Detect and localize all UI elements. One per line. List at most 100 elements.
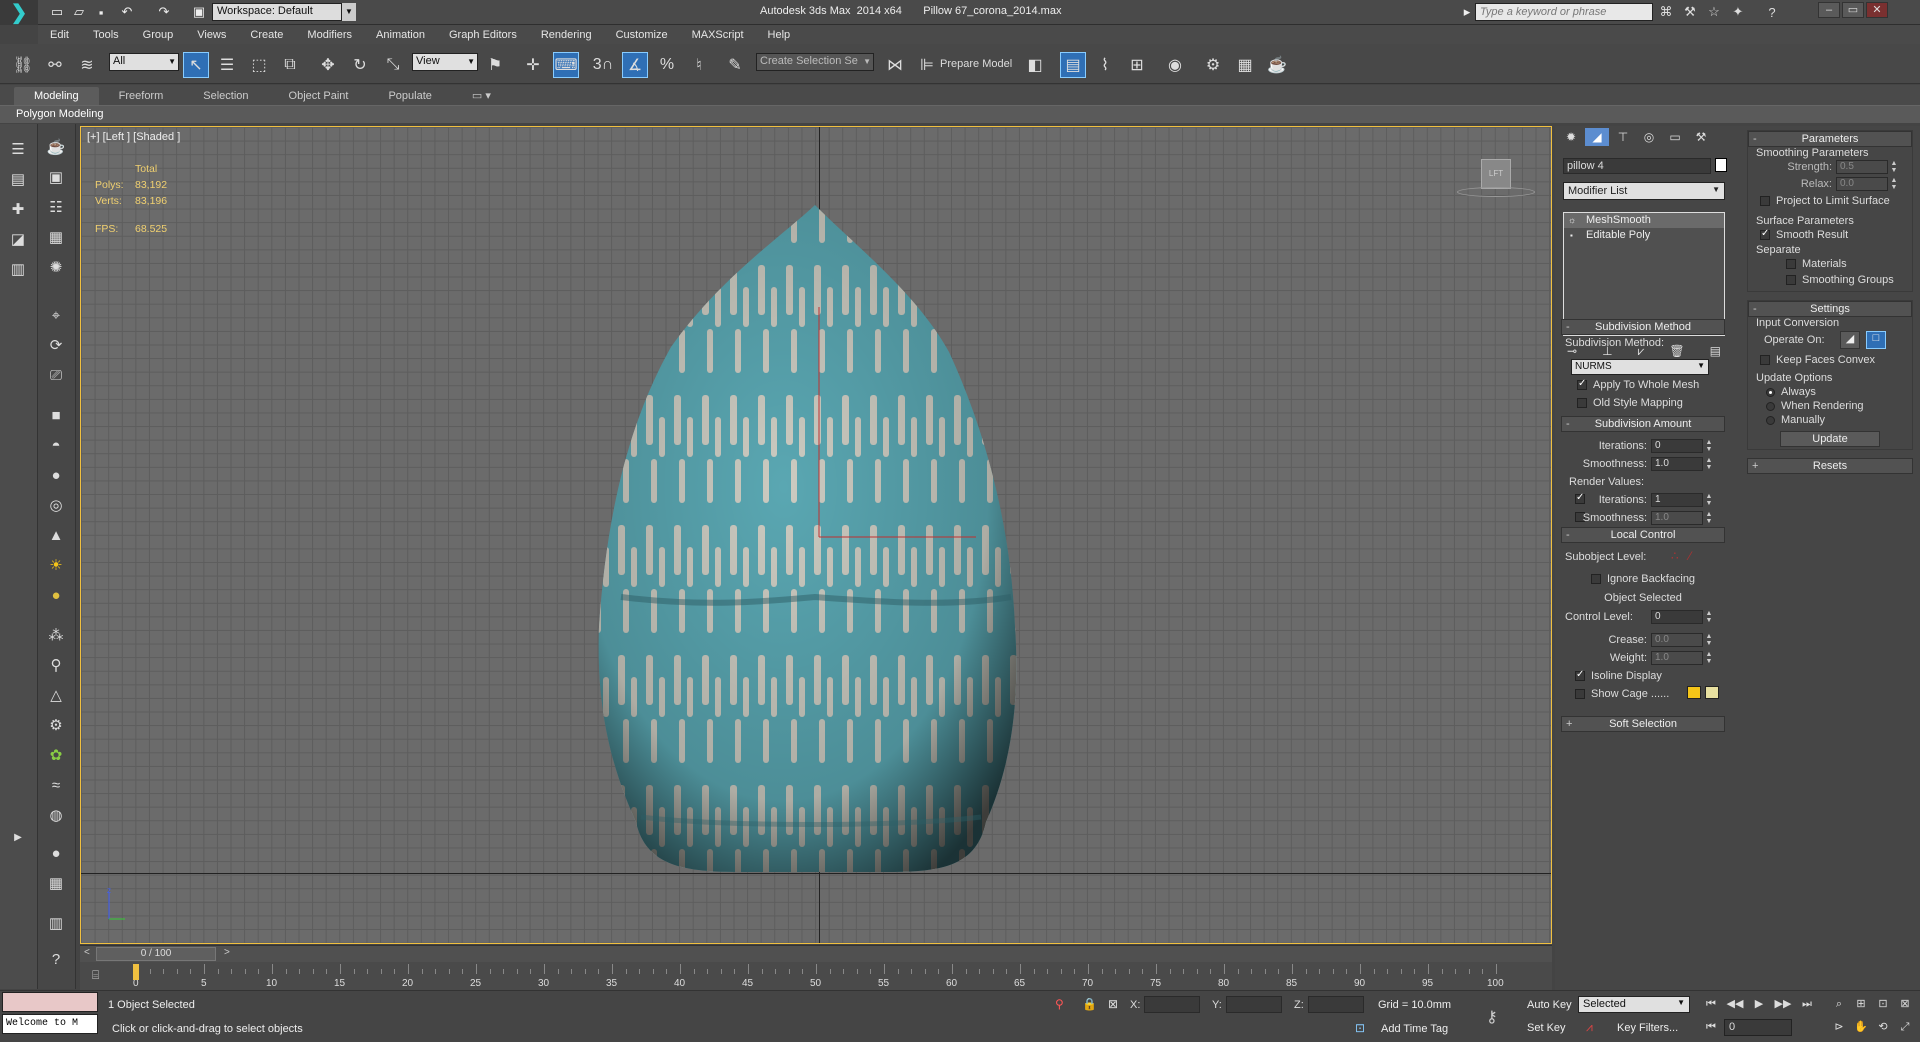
project-limit-checkbox[interactable]	[1760, 196, 1770, 207]
always-radio[interactable]	[1766, 387, 1775, 397]
always-radio-row[interactable]: Always	[1766, 386, 1816, 398]
settings-header[interactable]: - Settings	[1748, 301, 1912, 317]
manually-radio[interactable]	[1766, 415, 1775, 425]
parameters-header[interactable]: - Parameters	[1748, 131, 1912, 147]
move-icon[interactable]: ✥	[315, 52, 341, 78]
particle-icon[interactable]: ⁂	[43, 622, 69, 648]
smoothing-groups-row[interactable]: Smoothing Groups	[1786, 274, 1894, 286]
star-icon[interactable]: ☆	[1704, 3, 1724, 21]
menu-customize[interactable]: Customize	[604, 29, 680, 41]
polygon-modeling-label[interactable]: Polygon Modeling	[16, 108, 103, 120]
zoom-extents-all-icon[interactable]: ⊠	[1896, 996, 1914, 1013]
cage-color-swatch-1[interactable]	[1687, 686, 1701, 699]
ribbon-tab-object-paint[interactable]: Object Paint	[269, 87, 369, 105]
key-selection-dropdown[interactable]: Selected ▼	[1578, 996, 1690, 1013]
control-level-arrows[interactable]: ▲ ▼	[1705, 610, 1713, 624]
subdivision-amount-header[interactable]: - Subdivision Amount	[1561, 416, 1725, 432]
modifier-list-dropdown[interactable]: Modifier List ▼	[1563, 182, 1725, 200]
app-logo-icon[interactable]: ❯	[0, 0, 38, 25]
next-frame-icon[interactable]: ▶▶	[1774, 996, 1792, 1013]
chevron-down-icon[interactable]: ▼	[342, 3, 356, 21]
current-frame-marker[interactable]	[133, 964, 139, 980]
curve-editor-icon[interactable]: ⌇	[1092, 52, 1118, 78]
show-cage-row[interactable]: Show Cage ......	[1575, 688, 1669, 700]
list-icon[interactable]: ☷	[43, 194, 69, 220]
hierarchy-tab-icon[interactable]: ⊤	[1611, 128, 1635, 146]
add-time-tag[interactable]: Add Time Tag	[1381, 1023, 1448, 1035]
expand-icon[interactable]: ▪	[1570, 228, 1573, 243]
window-crossing-icon[interactable]: ⧉	[277, 52, 303, 78]
key-filters-button[interactable]: Key Filters...	[1617, 1022, 1678, 1034]
z-coord-field[interactable]	[1308, 996, 1364, 1013]
maxscript-mini-listener[interactable]: Welcome to M	[2, 1014, 98, 1034]
pivot-center-icon[interactable]: ⚑	[482, 52, 508, 78]
set-key-mode-icon[interactable]: ⩘	[1586, 1020, 1593, 1035]
zoom-extents-icon[interactable]: ⊡	[1874, 996, 1892, 1013]
utilities-tab-icon[interactable]: ⚒	[1689, 128, 1713, 146]
ribbon-tab-selection[interactable]: Selection	[183, 87, 268, 105]
soft-selection-header[interactable]: + Soft Selection	[1561, 716, 1725, 732]
create-tab-icon[interactable]: ✹	[1559, 128, 1583, 146]
object-name-field[interactable]: pillow 4	[1563, 158, 1711, 174]
layer-explorer-icon[interactable]: ◧	[1022, 52, 1048, 78]
spinner-snap-icon[interactable]: ♮	[686, 52, 712, 78]
help-circle-icon[interactable]: ?	[43, 946, 69, 972]
material-editor-icon[interactable]: ◉	[1162, 52, 1188, 78]
materials-row[interactable]: Materials	[1786, 258, 1847, 270]
expand-arrow-icon[interactable]: ▶	[5, 824, 31, 850]
apply-whole-mesh-row[interactable]: Apply To Whole Mesh	[1561, 378, 1725, 397]
redo-icon[interactable]: ↷	[155, 3, 173, 21]
selection-filter-dropdown[interactable]: All ▼	[109, 53, 179, 71]
weight-arrows[interactable]: ▲ ▼	[1705, 651, 1713, 665]
menu-rendering[interactable]: Rendering	[529, 29, 604, 41]
link-icon[interactable]: ⛓	[10, 52, 36, 78]
go-to-start-icon[interactable]: ⏮	[1702, 996, 1720, 1013]
smooth-result-row[interactable]: Smooth Result	[1760, 228, 1848, 241]
cage-color-swatch-2[interactable]	[1705, 686, 1719, 699]
menu-maxscript[interactable]: MAXScript	[680, 29, 756, 41]
close-button[interactable]: ✕	[1866, 2, 1888, 18]
isolate-icon[interactable]: ⚲	[1055, 997, 1064, 1011]
auto-key-button[interactable]: Auto Key	[1527, 999, 1572, 1011]
curve-editor-mini-icon[interactable]: ⌸	[92, 968, 99, 983]
left-viewport[interactable]: [+] [Left ] [Shaded ] Total Polys: 83,192…	[80, 126, 1552, 944]
smoothness-spinner-arrows[interactable]: ▲ ▼	[1705, 457, 1713, 471]
menu-animation[interactable]: Animation	[364, 29, 437, 41]
prepare-model-label[interactable]: Prepare Model	[940, 58, 1012, 70]
keyboard-shortcut-icon[interactable]: ⌨	[553, 52, 579, 78]
ribbon-tab-modeling[interactable]: Modeling	[14, 87, 99, 105]
subdivision-method-dropdown[interactable]: NURMS ▼	[1571, 359, 1709, 375]
resets-header[interactable]: + Resets	[1747, 458, 1913, 474]
control-level-spinner[interactable]: 0	[1651, 610, 1703, 624]
angle-snap-icon[interactable]: ∡	[622, 52, 648, 78]
hemisphere-icon[interactable]: ◓	[43, 432, 69, 458]
old-style-mapping-row[interactable]: Old Style Mapping	[1561, 397, 1725, 415]
ignore-backfacing-checkbox[interactable]	[1591, 574, 1601, 585]
update-button[interactable]: Update	[1780, 431, 1880, 447]
gear-icon[interactable]: ⚙	[43, 712, 69, 738]
scene-explorer-icon[interactable]: ▤	[1060, 52, 1086, 78]
show-cage-checkbox[interactable]	[1575, 689, 1585, 700]
zoom-all-icon[interactable]: ⊞	[1852, 996, 1870, 1013]
weight-spinner[interactable]: 1.0	[1651, 651, 1703, 665]
iterations-spinner[interactable]: 0	[1651, 439, 1703, 453]
unlink-icon[interactable]: ⚯	[42, 52, 68, 78]
cone-icon[interactable]: ▲	[43, 522, 69, 548]
select-by-name-icon[interactable]: ☰	[214, 52, 240, 78]
render-setup-icon[interactable]: ⚙	[1200, 52, 1226, 78]
rotate-icon[interactable]: ↻	[347, 52, 373, 78]
grid-icon[interactable]: ▦	[43, 224, 69, 250]
menu-views[interactable]: Views	[185, 29, 238, 41]
new-file-icon[interactable]: ▭	[48, 3, 66, 21]
project-limit-row[interactable]: Project to Limit Surface	[1760, 195, 1890, 207]
snap-toggle-icon[interactable]: 3 ∩	[590, 52, 616, 78]
torus-icon[interactable]: ◎	[43, 492, 69, 518]
apply-whole-mesh-checkbox[interactable]	[1577, 378, 1587, 391]
sun-icon[interactable]: ☀	[43, 552, 69, 578]
rotate-camera-icon[interactable]: ⟳	[43, 332, 69, 358]
align-icon[interactable]: ⊫	[914, 52, 940, 78]
object-color-swatch[interactable]	[1715, 158, 1727, 172]
help-icon[interactable]: ?	[1762, 3, 1782, 21]
key-icon[interactable]: ⚷	[1486, 1007, 1498, 1027]
time-prev-button[interactable]: <	[84, 947, 90, 958]
